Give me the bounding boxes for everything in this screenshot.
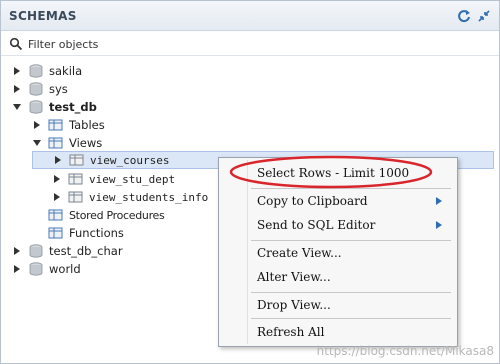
collapse-arrow-icon[interactable] xyxy=(32,138,42,148)
tree-item-label: sys xyxy=(49,82,68,96)
tree-item-label: test_db xyxy=(49,100,97,114)
tree-item-label: view_courses xyxy=(90,153,170,167)
view-icon xyxy=(69,154,84,166)
database-icon xyxy=(29,64,43,78)
menu-item-label: Send to SQL Editor xyxy=(257,218,376,232)
menu-item-label: Drop View... xyxy=(257,298,331,312)
stored-procedures-folder-icon xyxy=(48,209,63,221)
menu-item-drop-view[interactable]: Drop View... xyxy=(219,294,457,316)
database-icon xyxy=(29,100,43,114)
database-icon xyxy=(29,244,43,258)
tree-item-test-db[interactable]: test_db xyxy=(12,98,97,116)
view-icon xyxy=(68,173,83,185)
functions-folder-icon xyxy=(48,227,63,239)
tree-item-world[interactable]: world xyxy=(12,260,81,278)
collapse-arrow-icon[interactable] xyxy=(12,102,22,112)
refresh-icon[interactable] xyxy=(457,9,471,23)
expand-arrow-icon[interactable] xyxy=(12,264,22,274)
menu-item-label: Alter View... xyxy=(257,270,331,284)
tree-item-view-students-info[interactable]: view_students_info xyxy=(52,188,208,206)
menu-separator xyxy=(251,240,451,241)
tree-item-label: view_stu_dept xyxy=(89,172,176,186)
menu-item-label: Create View... xyxy=(257,246,342,260)
highlight-ellipse-annotation xyxy=(229,155,433,189)
expand-arrow-icon[interactable] xyxy=(53,155,63,165)
expand-arrow-icon[interactable] xyxy=(12,246,22,256)
menu-item-copy-to-clipboard[interactable]: Copy to Clipboard xyxy=(219,190,457,212)
menu-separator xyxy=(251,292,451,293)
expand-arrow-icon[interactable] xyxy=(52,174,62,184)
database-icon xyxy=(29,82,43,96)
tree-item-functions[interactable]: Functions xyxy=(48,224,124,242)
tree-item-label: test_db_char xyxy=(49,244,123,258)
filter-row xyxy=(1,32,499,56)
menu-item-alter-view[interactable]: Alter View... xyxy=(219,266,457,288)
menu-separator xyxy=(251,318,451,319)
tree-item-view-stu-dept[interactable]: view_stu_dept xyxy=(52,170,175,188)
menu-item-create-view[interactable]: Create View... xyxy=(219,242,457,264)
expand-arrow-icon[interactable] xyxy=(32,120,42,130)
menu-item-refresh-all[interactable]: Refresh All xyxy=(219,321,457,343)
schemas-header: SCHEMAS xyxy=(1,1,499,31)
panel-title: SCHEMAS xyxy=(9,9,77,23)
tree-item-label: Stored Procedures xyxy=(69,208,165,222)
tree-item-sys[interactable]: sys xyxy=(12,80,68,98)
view-icon xyxy=(68,191,83,203)
database-icon xyxy=(29,262,43,276)
filter-input[interactable] xyxy=(28,35,488,53)
tree-item-label: Functions xyxy=(69,226,124,240)
menu-item-send-to-sql-editor[interactable]: Send to SQL Editor xyxy=(219,214,457,236)
tree-item-test-db-char[interactable]: test_db_char xyxy=(12,242,123,260)
watermark: https://blog.csdn.net/Mikasa8 xyxy=(316,344,494,358)
tables-folder-icon xyxy=(48,119,63,131)
tree-item-label: Views xyxy=(69,136,103,150)
expand-arrow-icon[interactable] xyxy=(12,84,22,94)
submenu-arrow-icon xyxy=(436,221,442,229)
expand-arrow-icon[interactable] xyxy=(52,192,62,202)
expand-arrow-icon[interactable] xyxy=(12,66,22,76)
tree-item-sakila[interactable]: sakila xyxy=(12,62,82,80)
menu-item-label: Refresh All xyxy=(257,325,325,339)
tree-item-stored-procedures[interactable]: Stored Procedures xyxy=(48,206,165,224)
tree-item-label: sakila xyxy=(49,64,83,78)
collapse-icon[interactable] xyxy=(477,9,491,23)
tree-item-label: Tables xyxy=(69,118,105,132)
views-folder-icon xyxy=(48,137,63,149)
tree-item-label: world xyxy=(49,262,81,276)
tree-item-tables[interactable]: Tables xyxy=(32,116,105,134)
search-icon xyxy=(9,37,23,51)
tree-item-label: view_students_info xyxy=(89,190,209,204)
menu-item-label: Copy to Clipboard xyxy=(257,194,368,208)
tree-item-views[interactable]: Views xyxy=(32,134,102,152)
submenu-arrow-icon xyxy=(436,197,442,205)
